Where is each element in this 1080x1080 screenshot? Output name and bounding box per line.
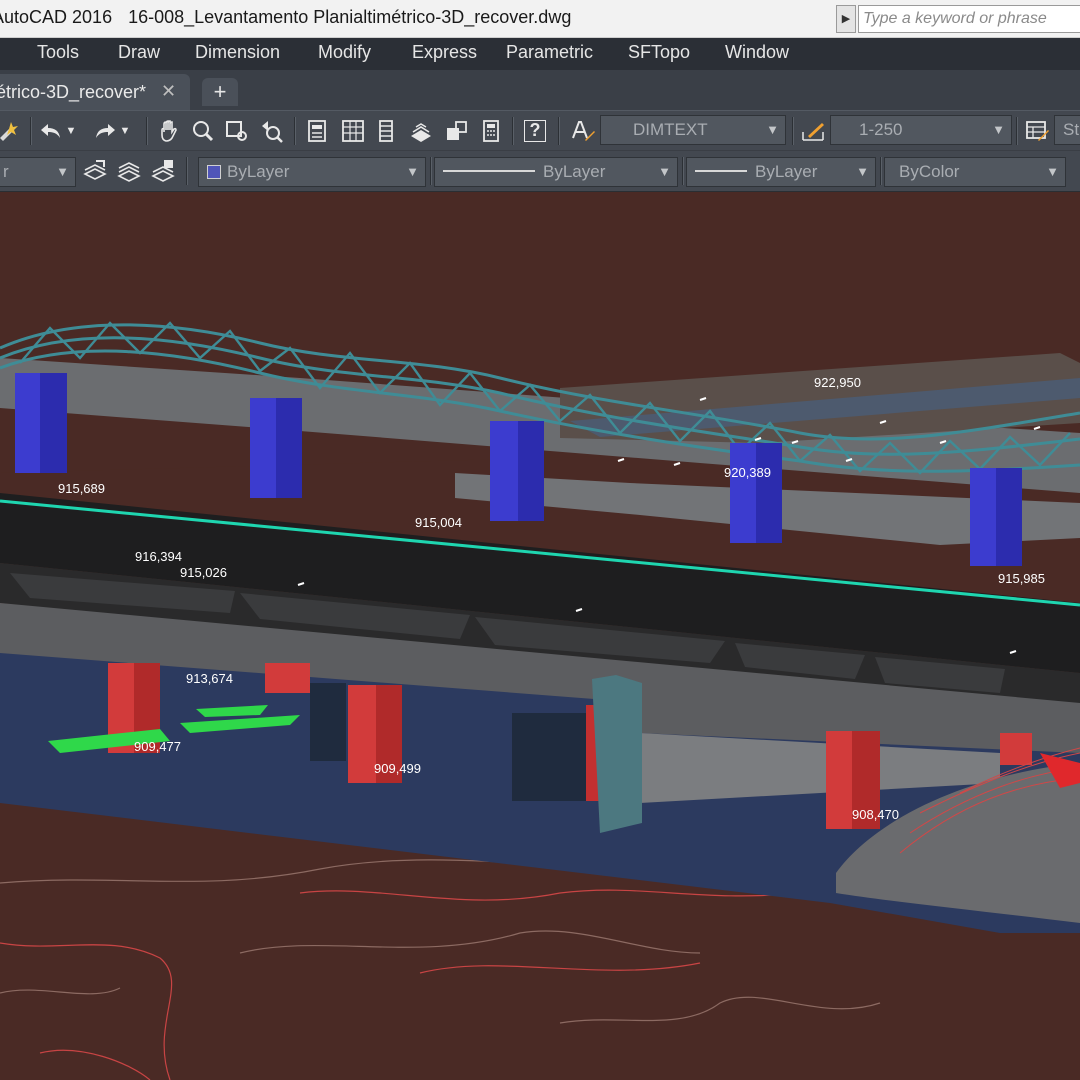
toolbar-separator xyxy=(512,117,514,145)
model-space-3d: 915,689 915,004 916,394 915,026 913,674 … xyxy=(0,321,1080,1080)
title-bar: AutoCAD 2016 16-008_Levantamento Planialt… xyxy=(0,0,1080,38)
file-name: 16-008_Levantamento Planialtimétrico-3D_… xyxy=(128,7,572,27)
toolbar-separator xyxy=(294,117,296,145)
toolbar-separator xyxy=(1016,117,1018,145)
app-name: AutoCAD 2016 xyxy=(0,7,113,27)
table-style-value: St xyxy=(1063,120,1080,139)
elevation-label: 913,674 xyxy=(186,671,233,686)
menu-window[interactable]: Window xyxy=(725,42,789,63)
chevron-down-icon: ▼ xyxy=(766,122,779,137)
text-style-value: DIMTEXT xyxy=(633,120,708,139)
elevation-label: 909,499 xyxy=(374,761,421,776)
toolbar-separator xyxy=(558,117,560,145)
color-dropdown[interactable]: ByLayer ▼ xyxy=(198,157,426,187)
properties-palette-icon[interactable] xyxy=(304,118,330,144)
tab-drawing[interactable]: étrico-3D_recover* ✕ xyxy=(0,74,190,110)
terrain-contours xyxy=(0,889,801,1080)
menu-modify[interactable]: Modify xyxy=(318,42,371,63)
file-tab-bar: étrico-3D_recover* ✕ + xyxy=(0,70,1080,110)
tab-drawing-label: étrico-3D_recover* xyxy=(0,82,147,102)
menu-sftopo[interactable]: SFTopo xyxy=(628,42,690,63)
menu-draw[interactable]: Draw xyxy=(118,42,160,63)
table-style-dropdown[interactable]: St xyxy=(1054,115,1080,145)
elevation-label: 908,470 xyxy=(852,807,899,822)
design-center-icon[interactable] xyxy=(340,118,366,144)
toolbar-separator xyxy=(792,117,794,145)
color-value: ByLayer xyxy=(227,162,290,181)
toolbar-separator xyxy=(30,117,32,145)
standard-toolbar: ▼ ▼ ? DIMTEXT ▼ 1-250 ▼ St xyxy=(0,110,1080,150)
dimension-scale-dropdown[interactable]: 1-250 ▼ xyxy=(830,115,1012,145)
search-expand-icon[interactable]: ▶ xyxy=(836,5,856,33)
chevron-down-icon: ▼ xyxy=(658,164,671,179)
elevation-label: 916,394 xyxy=(135,549,182,564)
toolbar-separator xyxy=(186,157,188,185)
window-title: AutoCAD 2016 16-008_Levantamento Planialt… xyxy=(0,7,571,28)
search-input[interactable] xyxy=(858,5,1080,33)
lineweight-preview xyxy=(695,170,747,172)
table-style-icon[interactable] xyxy=(1024,118,1050,144)
text-style-dropdown[interactable]: DIMTEXT ▼ xyxy=(600,115,786,145)
menu-bar: Tools Draw Dimension Modify Express Para… xyxy=(0,38,1080,70)
markup-set-icon[interactable] xyxy=(444,118,470,144)
zoom-window-icon[interactable] xyxy=(224,118,250,144)
toolbar-separator xyxy=(430,157,432,185)
toolbar-separator xyxy=(880,157,882,185)
layer-dropdown[interactable]: r ▼ xyxy=(0,157,76,187)
chevron-down-icon: ▼ xyxy=(406,164,419,179)
lineweight-value: ByLayer xyxy=(755,162,818,181)
lineweight-dropdown[interactable]: ByLayer ▼ xyxy=(686,157,876,187)
redo-dropdown-icon[interactable]: ▼ xyxy=(118,118,132,144)
undo-icon[interactable] xyxy=(38,118,64,144)
linetype-dropdown[interactable]: ByLayer ▼ xyxy=(434,157,678,187)
pan-hand-icon[interactable] xyxy=(156,118,182,144)
elevation-label: 915,004 xyxy=(415,515,462,530)
undo-dropdown-icon[interactable]: ▼ xyxy=(64,118,78,144)
color-swatch xyxy=(207,165,221,179)
match-properties-icon[interactable] xyxy=(0,118,22,144)
chevron-down-icon: ▼ xyxy=(992,122,1005,137)
zoom-realtime-icon[interactable] xyxy=(190,118,216,144)
menu-tools[interactable]: Tools xyxy=(37,42,79,63)
tool-palettes-icon[interactable] xyxy=(374,118,400,144)
close-tab-icon[interactable]: ✕ xyxy=(161,81,176,102)
help-icon[interactable]: ? xyxy=(524,120,546,142)
linetype-preview xyxy=(443,170,535,172)
chevron-down-icon: ▼ xyxy=(856,164,869,179)
elevation-label: 915,985 xyxy=(998,571,1045,586)
menu-express[interactable]: Express xyxy=(412,42,477,63)
elevation-label: 909,477 xyxy=(134,739,181,754)
sheet-set-icon[interactable] xyxy=(408,118,434,144)
elevation-label: 922,950 xyxy=(814,375,861,390)
elevation-label: 915,026 xyxy=(180,565,227,580)
plot-style-dropdown[interactable]: ByColor ▼ xyxy=(884,157,1066,187)
search-area: ▶ xyxy=(836,2,1080,36)
layer-value: r xyxy=(3,162,9,181)
elevation-label: 915,689 xyxy=(58,481,105,496)
menu-dimension[interactable]: Dimension xyxy=(195,42,280,63)
toolbar-separator xyxy=(146,117,148,145)
dimension-style-icon[interactable] xyxy=(800,118,826,144)
text-style-icon[interactable] xyxy=(570,118,596,144)
linetype-value: ByLayer xyxy=(543,162,606,181)
chevron-down-icon: ▼ xyxy=(1046,164,1059,179)
properties-toolbar: r ▼ ByLayer ▼ ByLayer ▼ ByLayer ▼ ByColo… xyxy=(0,150,1080,192)
quickcalc-icon[interactable] xyxy=(478,118,504,144)
drawing-viewport[interactable]: 915,689 915,004 916,394 915,026 913,674 … xyxy=(0,193,1080,1080)
plot-style-value: ByColor xyxy=(899,162,960,181)
dimension-scale-value: 1-250 xyxy=(859,120,903,139)
redo-icon[interactable] xyxy=(92,118,118,144)
layer-previous-icon[interactable] xyxy=(116,158,142,184)
layer-states-icon[interactable] xyxy=(150,158,176,184)
toolbar-separator xyxy=(682,157,684,185)
menu-parametric[interactable]: Parametric xyxy=(506,42,593,63)
chevron-down-icon: ▼ xyxy=(56,164,69,179)
new-tab-button[interactable]: + xyxy=(202,78,238,106)
elevation-label: 920,389 xyxy=(724,465,771,480)
make-current-layer-icon[interactable] xyxy=(82,158,108,184)
zoom-previous-icon[interactable] xyxy=(258,118,284,144)
